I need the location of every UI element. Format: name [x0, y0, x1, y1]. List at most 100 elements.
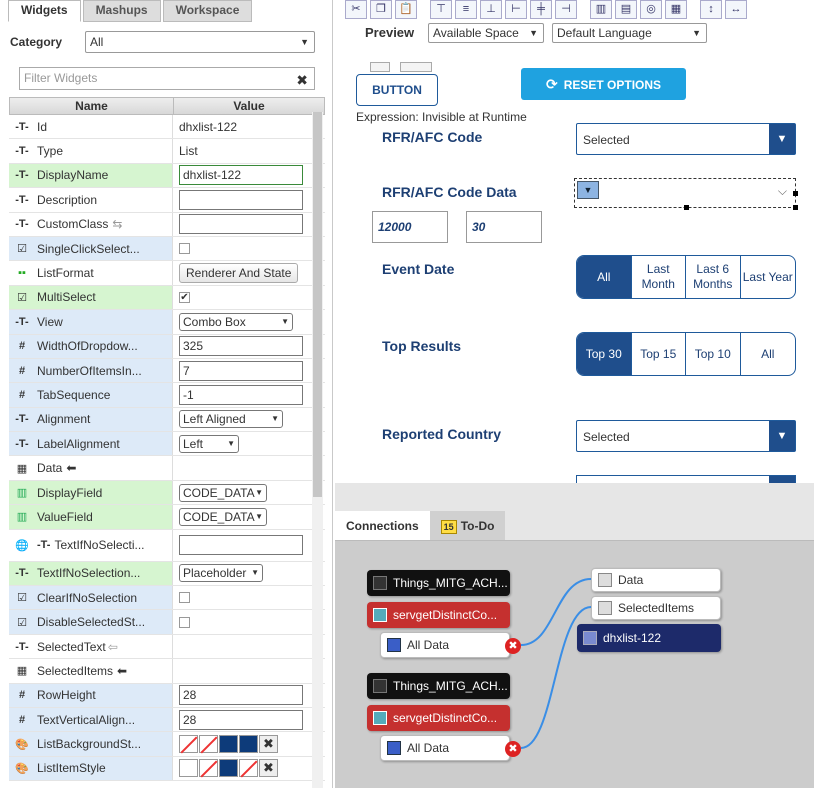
- align-middle-icon[interactable]: ≡: [455, 0, 477, 19]
- number-field-1[interactable]: 12000: [372, 211, 448, 243]
- tab-mashups[interactable]: Mashups: [82, 0, 161, 22]
- top-10-option[interactable]: Top 10: [686, 333, 741, 375]
- same-height-icon[interactable]: ↕: [700, 0, 722, 19]
- style-swatch-navy[interactable]: [239, 735, 258, 754]
- selecteditems-target-node[interactable]: SelectedItems: [591, 596, 721, 620]
- displayfield-select[interactable]: CODE_DATA: [179, 483, 267, 502]
- language-select[interactable]: Default Language ▼: [552, 23, 707, 43]
- top-all-option[interactable]: All: [741, 333, 796, 375]
- align-right-icon[interactable]: ⊣: [555, 0, 577, 19]
- service-node-2[interactable]: servgetDistinctCo...: [367, 705, 510, 731]
- number-field-2[interactable]: 30: [466, 211, 542, 243]
- textvertical-input[interactable]: 28: [179, 709, 303, 730]
- prop-row-labelalignment: -T- LabelAlignment Left: [9, 432, 325, 457]
- splitter[interactable]: [335, 483, 814, 511]
- prop-name: Type: [37, 144, 64, 159]
- description-input[interactable]: [179, 189, 303, 210]
- style-swatch-none[interactable]: [179, 735, 198, 754]
- top-30-option[interactable]: Top 30: [577, 333, 632, 375]
- category-select[interactable]: All ▼: [85, 31, 315, 53]
- align-left-icon[interactable]: ⊢: [505, 0, 527, 19]
- multiselect-checkbox[interactable]: ✔: [179, 291, 190, 303]
- alignment-select[interactable]: Left Aligned: [179, 410, 283, 429]
- same-width-icon[interactable]: ↔: [725, 0, 747, 19]
- grid-icon[interactable]: ▦: [665, 0, 687, 19]
- resize-handle[interactable]: [793, 205, 798, 210]
- cut-icon[interactable]: ✂: [345, 0, 367, 19]
- thing-icon: [373, 576, 387, 590]
- style-swatch-white[interactable]: [179, 759, 198, 778]
- view-select[interactable]: Combo Box: [179, 312, 293, 331]
- data-target-node[interactable]: Data: [591, 568, 721, 592]
- top-15-option[interactable]: Top 15: [632, 333, 686, 375]
- refresh-icon: ⟳: [545, 76, 558, 92]
- dhxlist-combo[interactable]: ▼ ⌵: [574, 178, 798, 210]
- placeholder-select[interactable]: Placeholder: [179, 564, 263, 583]
- toolbar: ✂ ❐ 📋 ⊤ ≡ ⊥ ⊢ ╪ ⊣ ▥ ▤ ◎ ▦ ↕ ↔: [345, 0, 750, 20]
- copy-icon[interactable]: ❐: [370, 0, 392, 19]
- tab-connections[interactable]: Connections: [335, 511, 430, 540]
- align-top-icon[interactable]: ⊤: [430, 0, 452, 19]
- available-space-select[interactable]: Available Space ▼: [428, 23, 544, 43]
- filter-widgets-input[interactable]: Filter Widgets ✖: [19, 67, 315, 90]
- style-swatch-none[interactable]: [199, 759, 218, 778]
- numitems-input[interactable]: 7: [179, 360, 303, 381]
- event-date-last-6-months[interactable]: Last 6 Months: [686, 256, 741, 298]
- chevron-down-icon: ▼: [692, 28, 701, 38]
- align-bottom-icon[interactable]: ⊥: [480, 0, 502, 19]
- all-data-node-1[interactable]: All Data: [380, 632, 510, 658]
- all-data-node-2[interactable]: All Data: [380, 735, 510, 761]
- style-swatch-navy[interactable]: [219, 735, 238, 754]
- things-node-1[interactable]: Things_MITG_ACH...: [367, 570, 510, 596]
- valuefield-select[interactable]: CODE_DATA: [179, 507, 267, 526]
- renderer-state-button[interactable]: Renderer And State: [179, 263, 299, 284]
- tab-workspace[interactable]: Workspace: [162, 0, 253, 22]
- things-node-2[interactable]: Things_MITG_ACH...: [367, 673, 510, 699]
- reset-options-button[interactable]: ⟳ RESET OPTIONS: [521, 68, 686, 100]
- disableselected-checkbox[interactable]: [179, 616, 190, 628]
- service-node-1[interactable]: servgetDistinctCo...: [367, 602, 510, 628]
- prop-row-data: ▦ Data ⬅: [9, 456, 325, 481]
- remove-connection-icon[interactable]: ✖: [505, 741, 521, 757]
- tabsequence-input[interactable]: -1: [179, 384, 303, 405]
- style-swatch-none[interactable]: [199, 735, 218, 754]
- distribute-h-icon[interactable]: ▥: [590, 0, 612, 19]
- style-swatch-navy[interactable]: [219, 759, 238, 778]
- singleclick-checkbox[interactable]: [179, 243, 190, 255]
- widget-handle[interactable]: [370, 62, 390, 72]
- dhxlist-node[interactable]: dhxlist-122: [577, 624, 721, 652]
- rfr-code-dropdown[interactable]: Selected ▼: [576, 123, 796, 155]
- align-center-icon[interactable]: ╪: [530, 0, 552, 19]
- resize-handle[interactable]: [793, 191, 798, 196]
- labelalignment-select[interactable]: Left: [179, 434, 239, 453]
- resize-handle[interactable]: [684, 205, 689, 210]
- event-date-all[interactable]: All: [577, 256, 632, 298]
- clear-style-icon[interactable]: ✖: [259, 759, 278, 778]
- grid-scrollbar-thumb[interactable]: [313, 112, 322, 497]
- customclass-input[interactable]: [179, 214, 303, 235]
- prop-row-textifnoselection: 🌐 -T- TextIfNoSelecti...: [9, 529, 325, 562]
- reported-country-dropdown[interactable]: Selected ▼: [576, 420, 796, 452]
- textifnoselection-input[interactable]: [179, 535, 303, 556]
- tab-widgets[interactable]: Widgets: [8, 0, 81, 22]
- preview-link[interactable]: Preview: [365, 25, 414, 40]
- paste-icon[interactable]: 📋: [395, 0, 417, 19]
- remove-connection-icon[interactable]: ✖: [505, 638, 521, 654]
- distribute-v-icon[interactable]: ▤: [615, 0, 637, 19]
- rowheight-input[interactable]: 28: [179, 685, 303, 706]
- widget-handle[interactable]: [400, 62, 432, 72]
- prop-row-width: # WidthOfDropdow... 325: [9, 334, 325, 359]
- center-icon[interactable]: ◎: [640, 0, 662, 19]
- width-input[interactable]: 325: [179, 336, 303, 357]
- prop-row-numitems: # NumberOfItemsIn... 7: [9, 358, 325, 384]
- tab-todo[interactable]: 15 To-Do: [429, 511, 506, 540]
- data-icon: [387, 638, 401, 652]
- event-date-last-year[interactable]: Last Year: [741, 256, 796, 298]
- clear-style-icon[interactable]: ✖: [259, 735, 278, 754]
- displayname-input[interactable]: dhxlist-122: [179, 165, 303, 186]
- event-date-last-month[interactable]: Last Month: [632, 256, 686, 298]
- clearifnoselection-checkbox[interactable]: [179, 592, 190, 604]
- clear-icon[interactable]: ✖: [296, 70, 308, 91]
- button-widget[interactable]: BUTTON: [356, 74, 438, 106]
- style-swatch-none[interactable]: [239, 759, 258, 778]
